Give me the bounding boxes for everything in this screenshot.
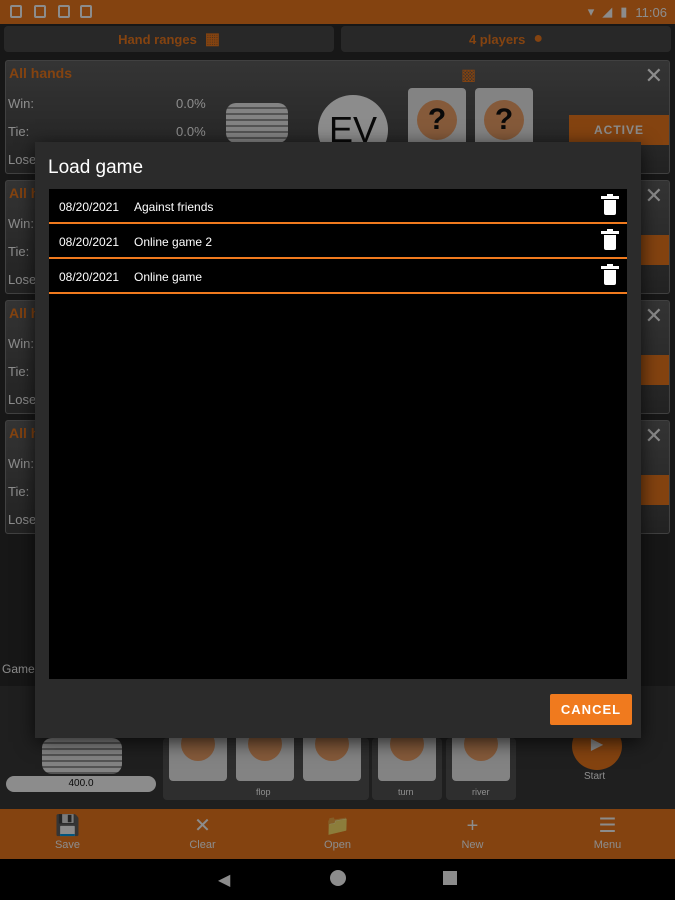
game-date: 08/20/2021 xyxy=(59,270,120,284)
game-date: 08/20/2021 xyxy=(59,200,120,214)
list-item[interactable]: 08/20/2021 Online game xyxy=(49,259,627,294)
saved-games-list[interactable]: 08/20/2021 Against friends 08/20/2021 On… xyxy=(49,189,627,679)
game-date: 08/20/2021 xyxy=(59,235,120,249)
trash-icon[interactable] xyxy=(601,229,619,251)
load-game-dialog: Load game 08/20/2021 Against friends 08/… xyxy=(35,142,641,738)
game-name: Against friends xyxy=(134,200,214,214)
trash-icon[interactable] xyxy=(601,194,619,216)
list-item[interactable]: 08/20/2021 Online game 2 xyxy=(49,224,627,259)
dialog-title: Load game xyxy=(48,157,144,178)
list-item[interactable]: 08/20/2021 Against friends xyxy=(49,189,627,224)
game-name: Online game xyxy=(134,270,203,284)
trash-icon[interactable] xyxy=(601,264,619,286)
game-name: Online game 2 xyxy=(134,235,213,249)
cancel-button[interactable]: CANCEL xyxy=(550,694,632,725)
